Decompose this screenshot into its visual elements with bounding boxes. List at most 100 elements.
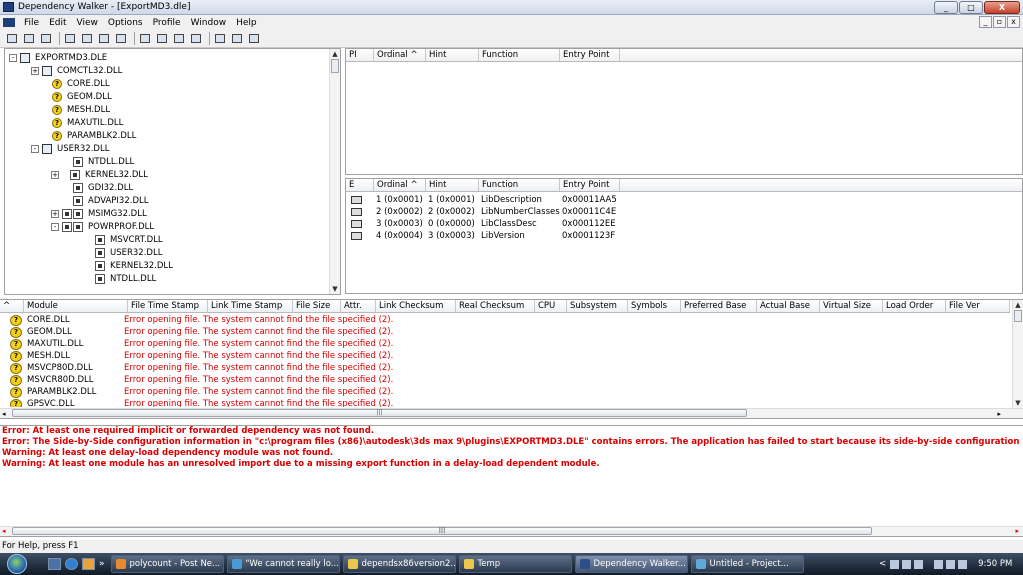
module-list-scrollbar[interactable]: ▲ ▼ [1012, 300, 1023, 408]
dependency-tree[interactable]: - EXPORTMD3.DLE + COMCTL32.DLL ? CORE.DLL ?… [4, 48, 341, 295]
module-row[interactable]: ? MAXUTIL.DLL Error opening file. The syst… [4, 339, 1009, 351]
menu-profile[interactable]: Profile [148, 18, 186, 28]
media-player-icon[interactable] [82, 558, 95, 570]
scroll-right-arrow[interactable]: ▸ [997, 410, 1001, 418]
column-real-checksum[interactable]: Real Checksum [456, 300, 535, 312]
open-icon[interactable] [5, 32, 19, 45]
find-icon[interactable] [97, 32, 111, 45]
tree-node[interactable]: ADVAPI32.DLL [73, 194, 148, 207]
module-row[interactable]: ? CORE.DLL Error opening file. The system … [4, 315, 1009, 327]
tree-node[interactable]: KERNEL32.DLL [95, 259, 173, 272]
mdi-minimize-button[interactable]: _ [979, 16, 992, 28]
menu-window[interactable]: Window [186, 18, 232, 28]
tree-node[interactable]: ? MESH.DLL [52, 103, 110, 116]
tree-expander[interactable]: - [31, 144, 39, 153]
expand-all-icon[interactable] [172, 32, 186, 45]
column-subsystem[interactable]: Subsystem [567, 300, 628, 312]
view-module-icon[interactable] [138, 32, 152, 45]
tree-node[interactable]: - POWRPROF.DLL [51, 220, 154, 233]
taskbar-button[interactable]: dependsx86version2... [342, 555, 456, 573]
module-row[interactable]: ? PARAMBLK2.DLL Error opening file. The sy… [4, 387, 1009, 399]
network-icon[interactable] [890, 559, 900, 569]
scroll-down-arrow[interactable]: ▼ [330, 284, 340, 294]
column-preferred-base[interactable]: Preferred Base [681, 300, 757, 312]
imports-pane[interactable]: PI Ordinal ^ Hint Function Entry Point [345, 48, 1023, 175]
start-button[interactable] [0, 553, 34, 575]
tree-node[interactable]: GDI32.DLL [73, 181, 133, 194]
export-row[interactable]: 2 (0x0002) 2 (0x0002) LibNumberClasses 0x00… [346, 206, 620, 218]
tree-node[interactable]: USER32.DLL [95, 246, 162, 259]
tree-expander[interactable]: - [9, 53, 17, 62]
exports-pane[interactable]: E Ordinal ^ Hint Function Entry Point 1 … [345, 178, 1023, 294]
column-sort[interactable]: ^ [0, 300, 24, 312]
taskbar-button[interactable]: Untitled - Project... [690, 555, 804, 573]
tray-expand-arrow[interactable]: < [879, 559, 886, 569]
column-entry-point[interactable]: Entry Point [560, 179, 620, 191]
scroll-right-arrow[interactable]: ▸ [1015, 526, 1019, 536]
minimize-icon[interactable] [213, 32, 227, 45]
tree-node[interactable]: ? CORE.DLL [52, 77, 110, 90]
column-file-time-stamp[interactable]: File Time Stamp [128, 300, 208, 312]
quicklaunch-overflow[interactable]: » [99, 559, 105, 569]
module-row[interactable]: ? MSVCP80D.DLL Error opening file. The sys… [4, 363, 1009, 375]
copy-icon[interactable] [39, 32, 53, 45]
scroll-down-arrow[interactable]: ▼ [1013, 398, 1023, 408]
mdi-restore-button[interactable]: ▫ [993, 16, 1006, 28]
mdi-close-button[interactable]: x [1007, 16, 1020, 28]
menu-help[interactable]: Help [231, 18, 262, 28]
tree-scrollbar[interactable]: ▲ ▼ [329, 49, 340, 294]
column-actual-base[interactable]: Actual Base [757, 300, 820, 312]
tree-expander[interactable]: + [51, 170, 59, 179]
wireless-icon[interactable] [946, 559, 956, 569]
column-ordinal[interactable]: Ordinal ^ [374, 49, 426, 61]
battery-icon[interactable] [934, 559, 944, 569]
show-desktop-icon[interactable] [48, 558, 61, 570]
log-pane[interactable]: Error: At least one required implicit or… [0, 425, 1023, 537]
scroll-up-arrow[interactable]: ▲ [330, 49, 340, 59]
clock[interactable]: 9:50 PM [978, 559, 1012, 569]
column-module[interactable]: Module [24, 300, 128, 312]
module-list-hscrollbar[interactable]: ◂ ||| ▸ [0, 408, 1023, 418]
column-link-checksum[interactable]: Link Checksum [376, 300, 456, 312]
tree-expander[interactable]: + [31, 66, 39, 75]
tree-node[interactable]: NTDLL.DLL [73, 155, 134, 168]
module-row[interactable]: ? GEOM.DLL Error opening file. The system … [4, 327, 1009, 339]
taskbar-button[interactable]: polycount - Post Ne... [110, 555, 224, 573]
tree-expander[interactable]: + [51, 209, 59, 218]
mdi-document-icon[interactable] [3, 18, 15, 27]
column-file-ver[interactable]: File Ver [946, 300, 1010, 312]
column-function[interactable]: Function [479, 49, 560, 61]
auto-expand-icon[interactable] [155, 32, 169, 45]
undecorate-icon[interactable] [80, 32, 94, 45]
tree-node[interactable]: - USER32.DLL [31, 142, 109, 155]
collapse-all-icon[interactable] [189, 32, 203, 45]
column-load-order[interactable]: Load Order [883, 300, 946, 312]
save-icon[interactable] [22, 32, 36, 45]
tree-node[interactable]: + KERNEL32.DLL [51, 168, 148, 181]
taskbar-button[interactable]: "We cannot really lo... [226, 555, 340, 573]
module-row[interactable]: ? MESH.DLL Error opening file. The system … [4, 351, 1009, 363]
scroll-thumb[interactable] [331, 59, 339, 73]
column-link-time-stamp[interactable]: Link Time Stamp [208, 300, 293, 312]
hscroll-thumb[interactable]: ||| [12, 409, 747, 417]
module-list[interactable]: ^ Module File Time Stamp Link Time Stamp… [0, 299, 1023, 419]
volume-icon[interactable] [958, 559, 968, 569]
tree-node[interactable]: ? MAXUTIL.DLL [52, 116, 123, 129]
close-button[interactable]: X [984, 1, 1020, 14]
column-e[interactable]: E [346, 179, 374, 191]
column-function[interactable]: Function [479, 179, 560, 191]
maximize-button[interactable]: □ [959, 1, 983, 14]
module-row[interactable]: ? MSVCR80D.DLL Error opening file. The sys… [4, 375, 1009, 387]
tree-node[interactable]: NTDLL.DLL [95, 272, 156, 285]
security-icon[interactable] [902, 559, 912, 569]
tree-node[interactable]: ? GEOM.DLL [52, 90, 112, 103]
taskbar-button[interactable]: Dependency Walker... [574, 555, 688, 573]
scroll-thumb[interactable] [1014, 310, 1022, 322]
scroll-left-arrow[interactable]: ◂ [2, 526, 6, 536]
properties-icon[interactable] [114, 32, 128, 45]
help-icon[interactable] [247, 32, 261, 45]
tree-node[interactable]: - EXPORTMD3.DLE [9, 51, 107, 64]
tree-node[interactable]: + MSIMG32.DLL [51, 207, 147, 220]
taskbar-button[interactable]: Temp [458, 555, 572, 573]
menu-options[interactable]: Options [103, 18, 148, 28]
